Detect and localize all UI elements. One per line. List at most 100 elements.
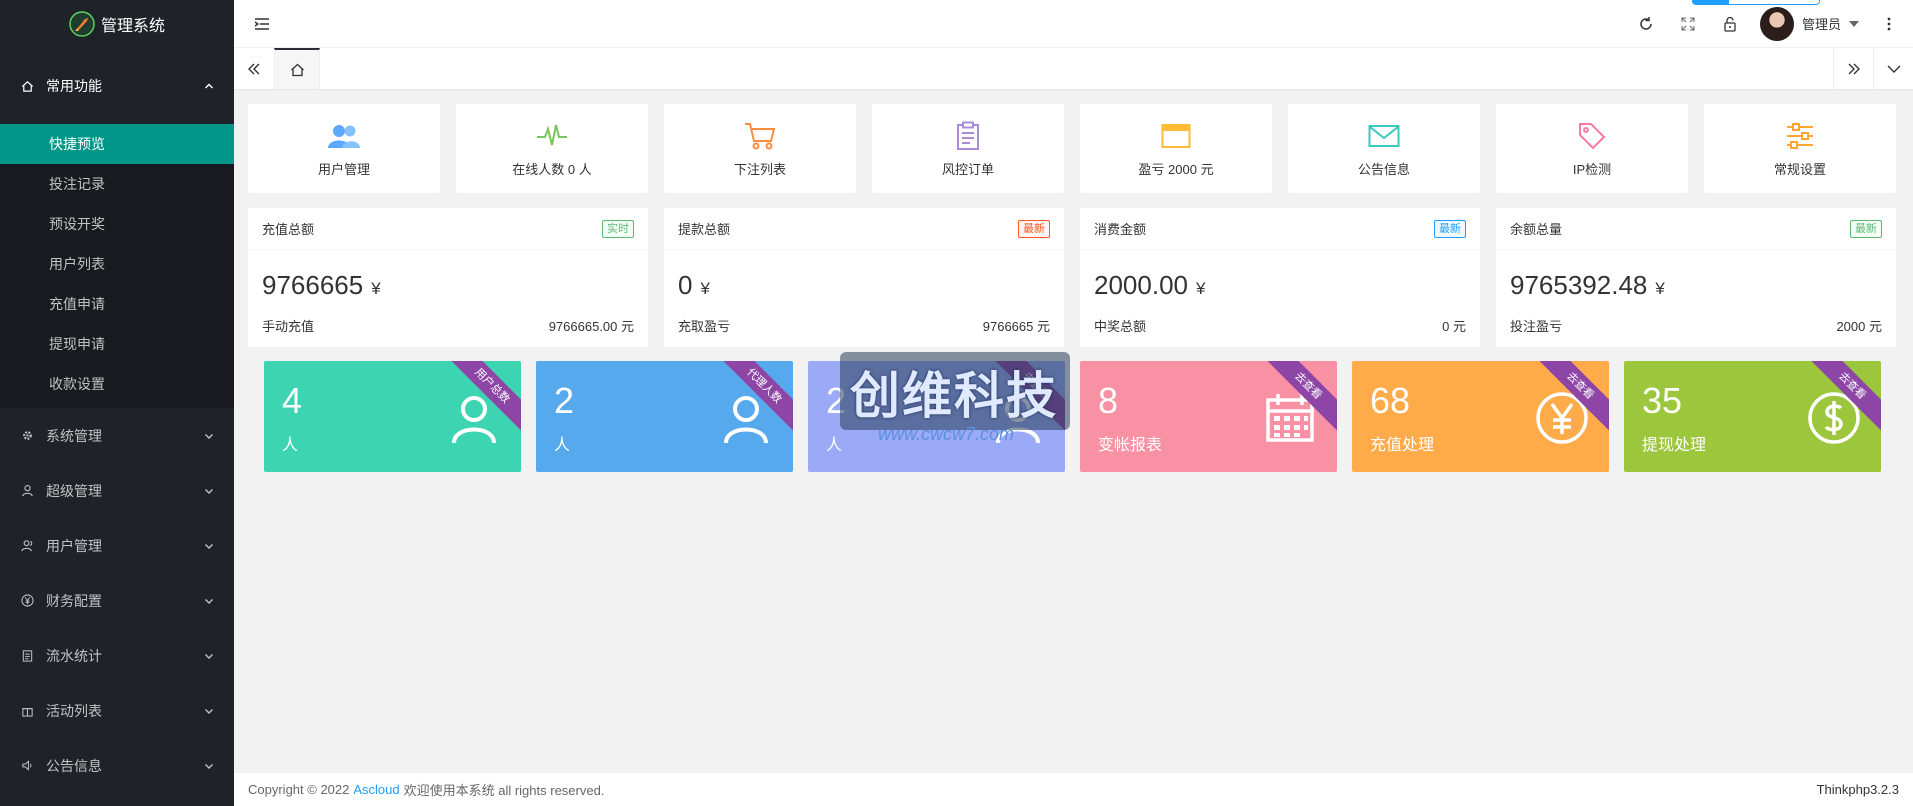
footer-brand-link[interactable]: Ascloud [353,782,399,797]
gear-icon [20,429,34,443]
stat-foot-value: 9766665 元 [982,319,1050,334]
sidebar-group-label: 用户管理 [46,537,102,554]
sidebar-group-label: 财务配置 [46,592,102,609]
stat-unit: ¥ [371,279,381,298]
card-number: 2 [554,380,575,421]
refresh-icon [1640,16,1652,30]
yen-icon [20,594,34,608]
stat-card-recharge-total: 充值总额 实时 9766665 ¥ 手动充值 9766665.00 元 [248,208,648,347]
card-label: 提现处理 [1642,437,1707,454]
summary-cards: 4 人 用户总数 2 人 代理人数 2 人 去查看 8 变帐报表 去查看 68 … [264,361,1881,472]
sidebar-item-quick-preview[interactable]: 快捷预览 [0,124,234,164]
stat-unit: ¥ [1655,279,1665,298]
stat-title: 提款总额 [678,222,731,237]
stat-card-balance-total: 余额总量 最新 9765392.48 ¥ 投注盈亏 2000 元 [1496,208,1896,347]
tab-options-button[interactable] [1873,48,1913,89]
tab-home[interactable] [274,48,320,89]
stat-card-withdraw-total: 提款总额 最新 0 ¥ 充取盈亏 9766665 元 [664,208,1064,347]
stat-unit: ¥ [1195,279,1206,298]
card-icon [1159,119,1193,153]
stat-cards: 充值总额 实时 9766665 ¥ 手动充值 9766665.00 元 提款总额 最… [248,208,1896,347]
app-title: 管理系统 [100,18,165,35]
sidebar-group-flow-stats[interactable]: 流水统计 [0,628,234,683]
sidebar-group-common[interactable]: 常用功能 [0,48,234,124]
footer: Copyright © 2022 Ascloud 欢迎使用本系统 all rig… [234,773,1913,806]
status-badge: 实时 [602,219,634,238]
refresh-button[interactable] [1634,12,1658,36]
menu-fold-button[interactable] [250,12,274,36]
card-label: 充值处理 [1370,437,1435,454]
tag-icon [1575,119,1609,153]
sidebar-item-recharge-request[interactable]: 充值申请 [0,284,234,324]
chevron-down-icon [205,433,213,439]
sidebar-group-activities[interactable]: 活动列表 [0,683,234,738]
card-label: 变帐报表 [1098,437,1163,454]
more-button[interactable] [1877,12,1901,36]
fullscreen-button[interactable] [1676,12,1700,36]
footer-version: Thinkphp3.2.3 [1816,782,1899,797]
fullscreen-icon [1681,17,1695,30]
card-number: 2 [826,380,847,421]
quick-link-ip-check[interactable]: IP检测 [1496,104,1688,193]
card-number: 35 [1642,380,1683,421]
sidebar-group-super[interactable]: 超级管理 [0,463,234,518]
stat-foot-label: 充取盈亏 [678,319,731,334]
sidebar: 管理系统 常用功能 快捷预览 投注记录 预设开奖 用户列表 充值申请 提现申请 … [0,0,234,806]
quick-link-general-settings[interactable]: 常规设置 [1704,104,1896,193]
quick-link-label: IP检测 [1572,162,1612,177]
quick-link-label: 常规设置 [1773,162,1826,177]
main-content: 用户管理 在线人数 0 人 下注列表 风控订单 盈亏 2000 元 公告信息 I… [234,90,1913,773]
sidebar-item-user-list[interactable]: 用户列表 [0,244,234,284]
summary-card-agent-count[interactable]: 2 人 代理人数 [536,361,793,472]
sidebar-group-announcements[interactable]: 公告信息 [0,738,234,793]
summary-card-user-total[interactable]: 4 人 用户总数 [264,361,521,472]
logo[interactable]: 管理系统 [0,0,234,48]
stat-foot-label: 投注盈亏 [1510,319,1563,334]
stat-unit: ¥ [700,279,710,298]
clipboard-icon [20,649,34,663]
card-label: 人 [826,437,843,454]
tab-scroll-left-button[interactable] [234,48,274,89]
card-number: 8 [1098,380,1119,421]
menu-fold-icon [254,17,269,30]
chevron-down-icon [205,543,213,549]
quick-link-label: 公告信息 [1357,162,1410,177]
stat-value: 9765392.48 [1510,270,1648,300]
chevron-down-icon [205,598,213,604]
sidebar-item-preset-draw[interactable]: 预设开奖 [0,204,234,244]
loading-progress-indicator [1692,0,1820,5]
sidebar-item-bet-records[interactable]: 投注记录 [0,164,234,204]
sidebar-item-payment-settings[interactable]: 收款设置 [0,364,234,404]
sidebar-group-system[interactable]: 系统管理 [0,408,234,463]
chevron-down-icon [205,708,213,714]
quick-link-user-management[interactable]: 用户管理 [248,104,440,193]
quick-link-announcements[interactable]: 公告信息 [1288,104,1480,193]
quick-link-risk-orders[interactable]: 风控订单 [872,104,1064,193]
sidebar-group-users[interactable]: 用户管理 [0,518,234,573]
quick-link-online-users[interactable]: 在线人数 0 人 [456,104,648,193]
sidebar-item-withdraw-request[interactable]: 提现申请 [0,324,234,364]
card-number: 68 [1370,380,1411,421]
quick-link-label: 用户管理 [317,162,370,177]
sidebar-group-label: 活动列表 [46,702,102,719]
summary-card-withdraw-processing[interactable]: 35 提现处理 去查看 [1624,361,1881,472]
tab-scroll-right-button[interactable] [1833,48,1873,89]
lock-button[interactable] [1718,12,1742,36]
speaker-icon [20,759,34,773]
sidebar-group-label: 系统管理 [46,427,102,444]
sliders-icon [1783,119,1817,153]
summary-card-third[interactable]: 2 人 去查看 [808,361,1065,472]
quick-link-label: 盈亏 2000 元 [1138,162,1214,177]
user-menu[interactable]: 管理员 [1759,6,1859,41]
more-icon [1887,17,1891,30]
quick-link-bet-list[interactable]: 下注列表 [664,104,856,193]
users-icon [20,539,34,553]
quick-link-profit-loss[interactable]: 盈亏 2000 元 [1080,104,1272,193]
summary-card-recharge-processing[interactable]: 68 充值处理 去查看 [1352,361,1609,472]
user-name: 管理员 [1801,17,1841,32]
summary-card-ledger-report[interactable]: 8 变帐报表 去查看 [1080,361,1337,472]
chevron-down-icon [205,763,213,769]
sidebar-group-finance[interactable]: 财务配置 [0,573,234,628]
users-icon [327,119,361,153]
quick-links: 用户管理 在线人数 0 人 下注列表 风控订单 盈亏 2000 元 公告信息 I… [248,104,1896,193]
